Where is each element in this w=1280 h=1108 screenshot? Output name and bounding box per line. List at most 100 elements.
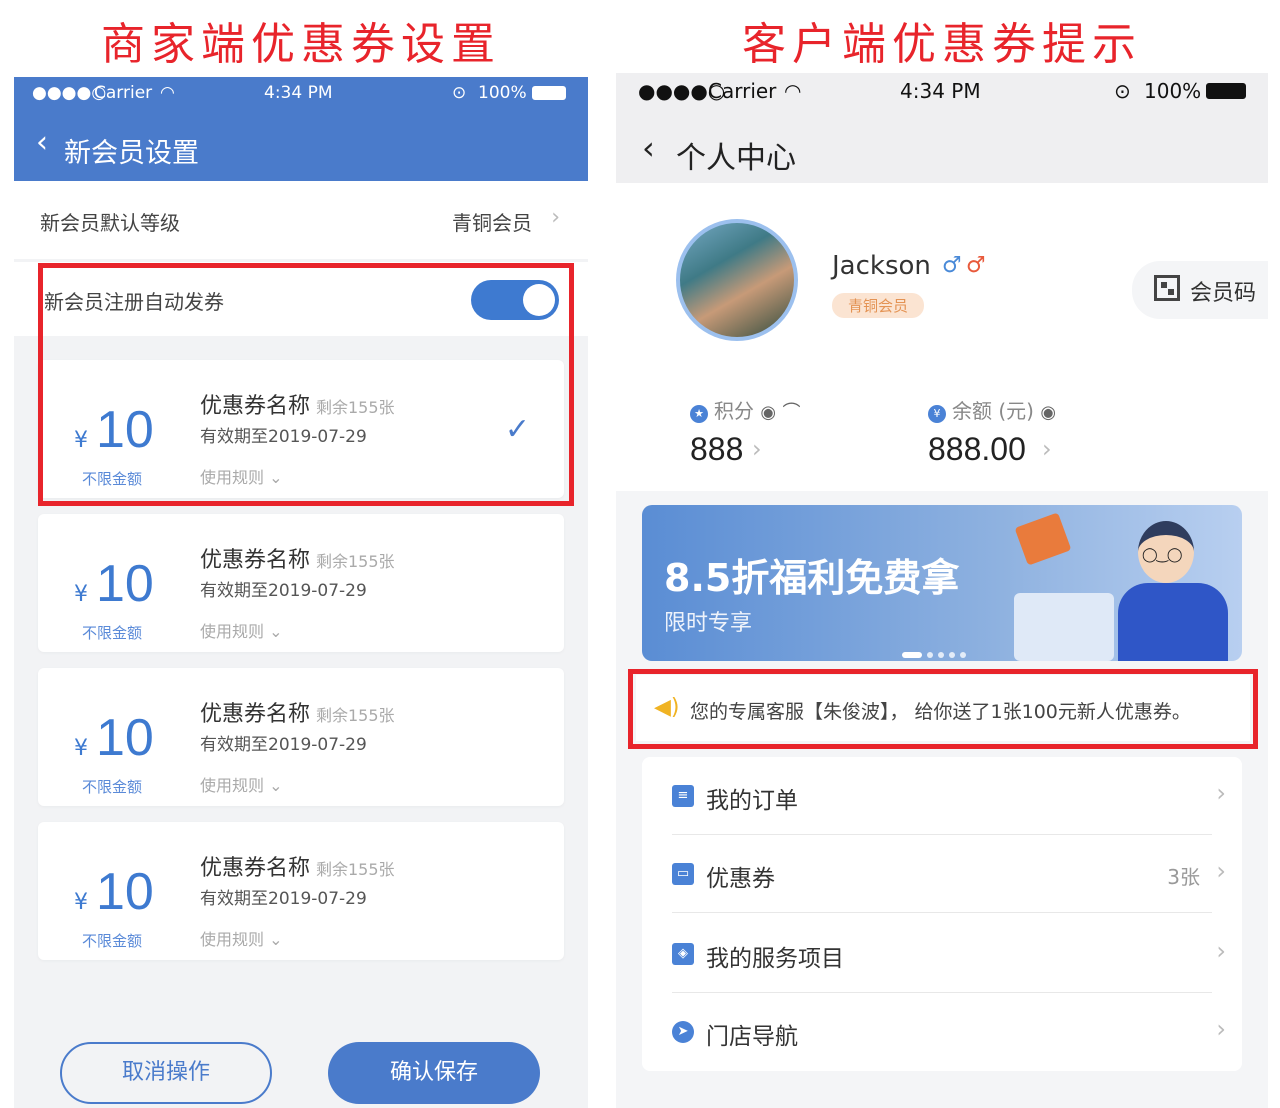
back-chevron-icon[interactable]: ‹ [36,125,48,160]
nav-bar: ‹ 新会员设置 [14,109,588,181]
person-illustration: ◯‿◯ [1110,515,1230,661]
clock: 4:34 PM [264,83,333,103]
banner-headline: 8.5折福利免费拿 [664,556,960,600]
coupon-limit: 不限金额 [82,932,143,950]
coupon-limit: 不限金额 [82,624,143,642]
nav-bar: ‹ 个人中心 [616,111,1268,183]
rotation-lock-icon: ⊙ [1114,79,1131,103]
coupon-rules-toggle[interactable]: 使用规则 ⌄ [200,618,283,642]
wifi-icon: ◠ [784,79,802,103]
currency-symbol: ¥ [74,736,88,761]
coupon-rules-toggle[interactable]: 使用规则 ⌄ [200,926,283,950]
customer-caption: 客户端优惠券提示 [742,19,1142,70]
battery-percent: 100% [478,83,527,103]
eye-icon[interactable]: ◉ [1040,402,1056,423]
coupon-remaining: 剩余155张 [316,552,395,571]
star-icon: ★ [690,405,708,423]
cancel-button[interactable]: 取消操作 [60,1042,272,1104]
status-bar: ●●●●○ Carrier ◠ 4:34 PM ⊙ 100% [14,77,588,109]
customer-screen: ●●●●○ Carrier ◠ 4:34 PM ⊙ 100% ‹ 个人中心 Ja… [616,73,1268,1108]
balance-value[interactable]: 888.00 [928,431,1026,468]
book-illustration [1014,512,1072,566]
carousel-dot [949,652,955,658]
default-level-label: 新会员默认等级 [40,211,180,235]
qr-code-icon [1154,275,1180,301]
laptop-illustration [1014,593,1114,661]
highlight-frame [38,263,574,506]
carousel-dot [960,652,966,658]
default-level-value: 青铜会员 [452,211,532,235]
rules-label: 使用规则 [200,776,265,795]
coupon-limit: 不限金额 [82,778,143,796]
clock: 4:34 PM [900,79,981,103]
points-label-row: ★ 积分 ◉ ⌒ [690,395,800,424]
rules-label: 使用规则 [200,930,265,949]
menu-item-label: 我的订单 [706,788,798,814]
username: Jackson [832,251,931,281]
coupon-name: 优惠券名称 [200,856,311,881]
merchant-caption: 商家端优惠券设置 [101,19,501,70]
coupon-amount: 10 [96,555,154,613]
layers-icon: ◈ [672,943,694,965]
coupon-name: 优惠券名称 [200,702,311,727]
chevron-right-icon: › [1216,857,1226,885]
chevron-right-icon: › [1216,1015,1226,1043]
currency-symbol: ¥ [74,890,88,915]
compass-icon: ➤ [672,1021,694,1043]
promo-banner[interactable]: 8.5折福利免费拿 限时专享 ◯‿◯ [642,505,1242,661]
menu-item-label: 我的服务项目 [706,946,844,972]
coupon-card[interactable]: ¥ 10 不限金额 优惠券名称 剩余155张 有效期至2019-07-29 使用… [38,514,564,652]
coupon-card[interactable]: ¥ 10 不限金额 优惠券名称 剩余155张 有效期至2019-07-29 使用… [38,668,564,806]
member-code-label: 会员码 [1190,281,1257,306]
currency-symbol: ¥ [74,582,88,607]
coupon-name: 优惠券名称 [200,548,311,573]
chevron-right-icon: › [1216,779,1226,807]
eye-icon[interactable]: ◉ [760,402,776,423]
points-value[interactable]: 888 [690,431,743,468]
member-code-button[interactable]: 会员码 [1132,261,1268,319]
coupon-expiry: 有效期至2019-07-29 [200,581,367,601]
battery-icon [532,86,566,100]
carrier-label: Carrier [94,83,153,103]
carousel-dot [902,652,922,658]
glasses-icon: ◯‿◯ [1142,547,1183,563]
coupon-remaining: 剩余155张 [316,860,395,879]
coupon-amount: 10 [96,863,154,921]
chevron-down-icon: ⌄ [269,622,283,641]
eye-closed-icon[interactable]: ⌒ [782,402,800,423]
menu-item-store-navigation[interactable]: ➤ 门店导航 › [642,993,1242,1071]
coupon-amount: 10 [96,709,154,767]
coupon-rules-toggle[interactable]: 使用规则 ⌄ [200,772,283,796]
money-bag-icon: ¥ [928,405,946,423]
chevron-right-icon: › [551,205,560,230]
ticket-icon: ▭ [672,863,694,885]
menu-item-services[interactable]: ◈ 我的服务项目 › [642,915,1242,993]
account-menu: ≡ 我的订单 › ▭ 优惠券 3张 › ◈ 我的服务项目 › ➤ 门店导航 › [642,757,1242,1071]
level-badge: 青铜会员 [832,293,925,318]
profile-card: Jackson ♂ ♂ 青铜会员 会员码 ★ 积分 ◉ ⌒ 888 › ¥ 余额 (… [616,183,1268,491]
divider [672,912,1212,913]
carousel-dots[interactable] [902,643,971,661]
save-button[interactable]: 确认保存 [328,1042,540,1104]
coupon-count: 3张 [1167,865,1200,889]
merchant-screen: ●●●●○ Carrier ◠ 4:34 PM ⊙ 100% ‹ 新会员设置 新… [14,77,588,1108]
chevron-right-icon: › [752,435,762,463]
menu-item-label: 门店导航 [706,1024,798,1050]
avatar[interactable] [676,219,798,341]
default-level-row[interactable]: 新会员默认等级 青铜会员 › [14,181,588,259]
person-body [1118,583,1228,661]
back-chevron-icon[interactable]: ‹ [642,129,655,167]
highlight-frame [628,669,1258,749]
coupon-expiry: 有效期至2019-07-29 [200,735,367,755]
chevron-right-icon: › [1216,937,1226,965]
balance-label: 余额 (元) [952,399,1034,423]
coupon-card[interactable]: ¥ 10 不限金额 优惠券名称 剩余155张 有效期至2019-07-29 使用… [38,822,564,960]
menu-item-orders[interactable]: ≡ 我的订单 › [642,757,1242,835]
battery-icon [1206,83,1246,99]
menu-item-coupons[interactable]: ▭ 优惠券 3张 › [642,835,1242,913]
points-label: 积分 [714,399,754,423]
rotation-lock-icon: ⊙ [452,83,467,103]
chevron-down-icon: ⌄ [269,776,283,795]
battery-percent: 100% [1144,79,1202,103]
menu-item-label: 优惠券 [706,866,775,892]
